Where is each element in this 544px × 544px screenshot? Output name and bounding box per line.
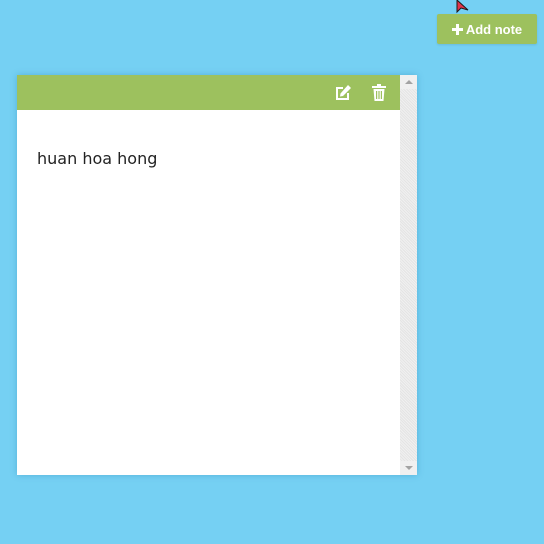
add-note-button[interactable]: Add note bbox=[437, 14, 537, 44]
scroll-down-button[interactable] bbox=[400, 461, 417, 475]
plus-icon bbox=[451, 23, 463, 35]
scrollbar[interactable] bbox=[400, 75, 417, 475]
edit-icon[interactable] bbox=[333, 83, 353, 103]
note-text[interactable]: huan hoa hong bbox=[37, 149, 157, 168]
trash-icon[interactable] bbox=[369, 83, 389, 103]
note-header bbox=[17, 75, 400, 110]
scroll-up-button[interactable] bbox=[400, 75, 417, 89]
chevron-up-icon bbox=[404, 80, 413, 84]
mouse-cursor-icon bbox=[456, 0, 469, 14]
note-card: huan hoa hong bbox=[17, 75, 417, 475]
add-note-label: Add note bbox=[465, 21, 523, 37]
chevron-down-icon bbox=[404, 466, 413, 470]
